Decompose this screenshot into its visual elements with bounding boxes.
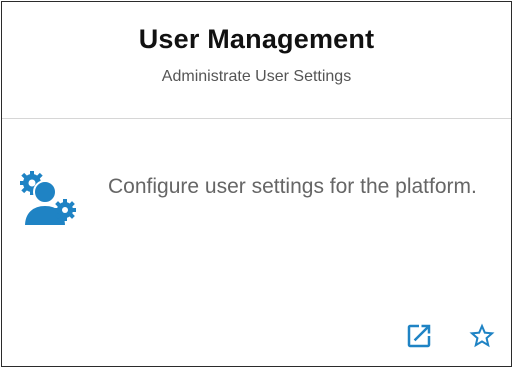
card-body: Configure user settings for the platform…: [2, 120, 511, 310]
card-header: User Management Administrate User Settin…: [2, 2, 511, 119]
card-title: User Management: [138, 24, 375, 54]
card-description: Configure user settings for the platform…: [108, 175, 477, 198]
favorite-button[interactable]: [464, 320, 500, 356]
user-management-card: User Management Administrate User Settin…: [1, 1, 512, 367]
users-gear-icon: [16, 170, 78, 232]
star-outline-icon: [467, 321, 497, 356]
open-external-button[interactable]: [401, 320, 437, 356]
card-subtitle: Administrate User Settings: [161, 68, 352, 85]
open-in-new-icon: [404, 321, 434, 356]
card-footer: [2, 310, 511, 366]
